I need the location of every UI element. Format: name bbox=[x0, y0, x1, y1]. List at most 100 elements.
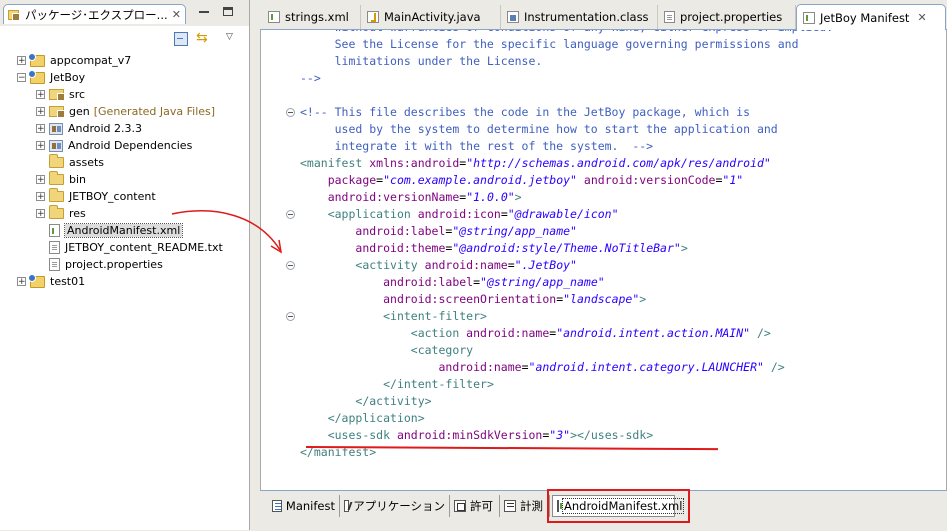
library-icon bbox=[49, 139, 63, 152]
collapse-all-icon[interactable] bbox=[174, 32, 188, 46]
code-token: xmlns:android bbox=[369, 156, 460, 170]
tree-item-decoration: [Generated Java Files] bbox=[93, 105, 216, 118]
close-icon[interactable]: ✕ bbox=[917, 11, 926, 24]
editor-tab[interactable]: project.properties bbox=[658, 5, 796, 29]
expand-toggle-icon[interactable]: + bbox=[17, 56, 26, 66]
code-token: android:icon bbox=[417, 207, 501, 221]
xml-file-icon bbox=[268, 11, 280, 23]
code-token: "@android:style/Theme.NoTitleBar" bbox=[452, 241, 681, 255]
link-with-editor-icon[interactable]: ⇆ bbox=[196, 30, 208, 46]
code-token: android:label bbox=[383, 275, 474, 289]
tree-item[interactable]: project.properties bbox=[36, 256, 163, 273]
code-token: package bbox=[327, 173, 377, 187]
expand-toggle-icon[interactable]: + bbox=[36, 90, 45, 100]
code-token: > bbox=[680, 241, 688, 255]
code-line: <intent-filter> bbox=[300, 308, 833, 325]
tree-item[interactable]: + Android Dependencies bbox=[36, 137, 192, 154]
code-line: android:versionName="1.0.0"> bbox=[300, 189, 833, 206]
code-token: "android.intent.category.LAUNCHER" bbox=[528, 360, 764, 374]
code-token: --> bbox=[300, 71, 321, 85]
manifest-editor-tab[interactable]: アプリケーション bbox=[340, 495, 450, 517]
explorer-tab[interactable]: パッケージ･エクスプロー... ✕ bbox=[3, 4, 186, 24]
code-line: --> bbox=[300, 70, 833, 87]
tree-item[interactable]: JETBOY_content_README.txt bbox=[36, 239, 223, 256]
code-line: android:screenOrientation="landscape"> bbox=[300, 291, 833, 308]
explorer-tab-title: パッケージ･エクスプロー... bbox=[25, 7, 168, 22]
expand-toggle-icon[interactable]: + bbox=[36, 175, 45, 185]
expand-toggle-icon[interactable]: + bbox=[36, 209, 45, 219]
manifest-editor-tab-label: アプリケーション bbox=[353, 499, 445, 513]
expand-toggle-icon[interactable]: + bbox=[36, 141, 45, 151]
fold-toggle-icon[interactable] bbox=[286, 261, 295, 270]
manifest-editor-tab-label: 許可 bbox=[470, 499, 493, 513]
tree-item-label: bin bbox=[69, 173, 87, 186]
editor-tab-label: project.properties bbox=[680, 10, 783, 24]
tree-item[interactable]: + bin bbox=[36, 171, 86, 188]
code-token: /> bbox=[763, 360, 785, 374]
tree-item[interactable]: + test01 bbox=[17, 273, 85, 290]
code-token: android:minSdkVersion bbox=[396, 428, 543, 442]
view-controls bbox=[199, 7, 233, 16]
code-token: = bbox=[507, 258, 515, 272]
expand-toggle-icon[interactable]: + bbox=[17, 277, 26, 287]
code-token: "3" bbox=[549, 428, 571, 442]
tree-item[interactable]: + res bbox=[36, 205, 86, 222]
xml-source[interactable]: without warranties or conditions of any … bbox=[300, 30, 833, 461]
code-token: android:versionName bbox=[327, 190, 460, 204]
expand-toggle-icon[interactable]: + bbox=[36, 107, 45, 117]
minimize-icon[interactable] bbox=[199, 11, 209, 14]
editor-tab[interactable]: MainActivity.java bbox=[361, 5, 501, 29]
code-line: </activity> bbox=[300, 393, 833, 410]
code-line: </application> bbox=[300, 410, 833, 427]
manifest-editor-tab[interactable]: 計測 bbox=[500, 495, 550, 517]
code-line: <!-- This file describes the code in the… bbox=[300, 104, 833, 121]
maximize-icon[interactable] bbox=[223, 7, 233, 16]
tree-item[interactable]: − JetBoy bbox=[17, 69, 85, 86]
tree-item[interactable]: assets bbox=[36, 154, 104, 171]
code-editor[interactable]: without warranties or conditions of any … bbox=[260, 30, 947, 490]
code-token: <manifest bbox=[300, 156, 370, 170]
package-folder-icon bbox=[49, 106, 65, 118]
tree-item-label: test01 bbox=[50, 275, 86, 288]
tree-item[interactable]: + Android 2.3.3 bbox=[36, 120, 142, 137]
expand-toggle-icon[interactable]: + bbox=[36, 192, 45, 202]
expand-toggle-icon[interactable]: − bbox=[17, 73, 26, 83]
view-menu-icon[interactable]: ▽ bbox=[226, 32, 233, 42]
code-token: <action bbox=[410, 326, 467, 340]
tree-item[interactable]: + JETBOY_content bbox=[36, 188, 156, 205]
code-token: <category bbox=[410, 343, 474, 357]
tree-item[interactable]: + gen [Generated Java Files] bbox=[36, 103, 215, 120]
manifest-editor-tab[interactable]: 許可 bbox=[450, 495, 500, 517]
fold-toggle-icon[interactable] bbox=[286, 108, 295, 117]
tree-item[interactable]: AndroidManifest.xml bbox=[36, 222, 184, 239]
tree-item-label: AndroidManifest.xml bbox=[63, 223, 184, 238]
fold-toggle-icon[interactable] bbox=[286, 210, 295, 219]
tree-item[interactable]: + src bbox=[36, 86, 85, 103]
code-line: limitations under the License. bbox=[300, 53, 833, 70]
close-icon[interactable]: ✕ bbox=[172, 8, 181, 21]
editor-tab[interactable]: JetBoy Manifest ✕ bbox=[796, 4, 946, 30]
fold-toggle-icon[interactable] bbox=[286, 312, 295, 321]
code-line: </intent-filter> bbox=[300, 376, 833, 393]
expand-toggle-icon[interactable]: + bbox=[36, 124, 45, 134]
manifest-editor-tab[interactable]: Manifest bbox=[268, 495, 340, 517]
tree-item-label: Android 2.3.3 bbox=[68, 122, 143, 135]
code-line: android:label="@string/app_name" bbox=[300, 274, 833, 291]
tree-item[interactable]: + appcompat_v7 bbox=[17, 52, 131, 69]
editor-tab[interactable]: strings.xml bbox=[262, 5, 361, 29]
code-token: > bbox=[639, 292, 647, 306]
code-token: = bbox=[500, 207, 508, 221]
code-line: android:name="android.intent.category.LA… bbox=[300, 359, 833, 376]
editor-tab[interactable]: Instrumentation.class bbox=[501, 5, 658, 29]
